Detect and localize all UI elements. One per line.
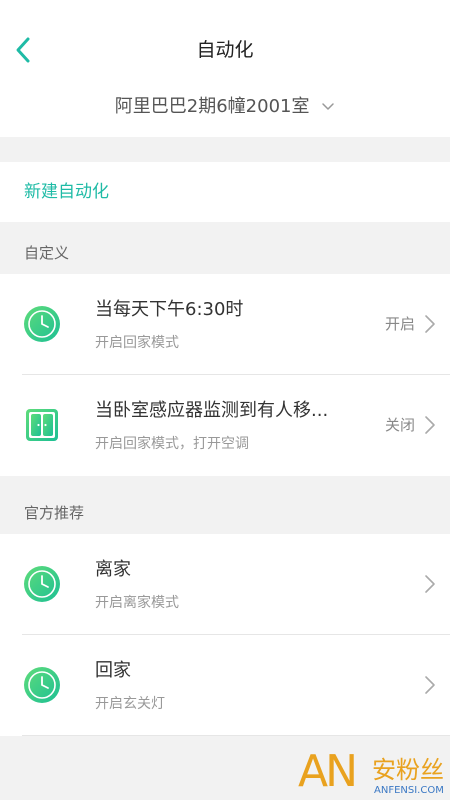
watermark-name: 安粉丝 xyxy=(372,756,444,784)
header: 自动化 阿里巴巴2期6幢2001室 xyxy=(0,0,450,137)
divider xyxy=(22,735,450,736)
automation-item[interactable]: 当每天下午6:30时 开启回家模式 开启 xyxy=(0,274,450,375)
location-name: 阿里巴巴2期6幢2001室 xyxy=(114,96,310,117)
automation-title: 当卧室感应器监测到有人移... xyxy=(95,400,329,421)
clock-icon xyxy=(24,566,60,602)
automation-item[interactable]: 当卧室感应器监测到有人移... 开启回家模式，打开空调 关闭 xyxy=(0,375,450,476)
automation-title: 当每天下午6:30时 xyxy=(95,299,244,320)
clock-icon xyxy=(24,667,60,703)
location-selector[interactable]: 阿里巴巴2期6幢2001室 xyxy=(0,92,450,122)
automation-subtitle: 开启玄关灯 xyxy=(95,696,165,712)
chevron-right-icon xyxy=(425,575,435,593)
page-title: 自动化 xyxy=(196,39,254,61)
section-header-custom: 自定义 xyxy=(24,244,70,262)
automation-subtitle: 开启回家模式 xyxy=(95,335,179,351)
chevron-right-icon xyxy=(425,315,435,333)
automation-item[interactable]: 离家 开启离家模式 xyxy=(0,534,450,635)
watermark-site: ANFENSI.COM xyxy=(374,785,444,796)
automation-item[interactable]: 回家 开启玄关灯 xyxy=(0,635,450,736)
automation-subtitle: 开启回家模式，打开空调 xyxy=(95,436,249,452)
clock-icon xyxy=(24,306,60,342)
automation-title: 回家 xyxy=(95,660,131,681)
automation-status: 开启 xyxy=(384,315,415,333)
new-automation-label: 新建自动化 xyxy=(24,182,109,202)
sensor-icon xyxy=(26,409,58,441)
chevron-down-icon xyxy=(322,103,334,110)
automation-title: 离家 xyxy=(95,559,131,580)
watermark-logo: AN xyxy=(298,746,358,797)
section-header-official: 官方推荐 xyxy=(24,504,85,522)
automation-subtitle: 开启离家模式 xyxy=(95,595,179,611)
automation-status: 关闭 xyxy=(384,416,415,434)
chevron-right-icon xyxy=(425,416,435,434)
chevron-right-icon xyxy=(425,676,435,694)
new-automation-button[interactable]: 新建自动化 xyxy=(0,162,450,222)
